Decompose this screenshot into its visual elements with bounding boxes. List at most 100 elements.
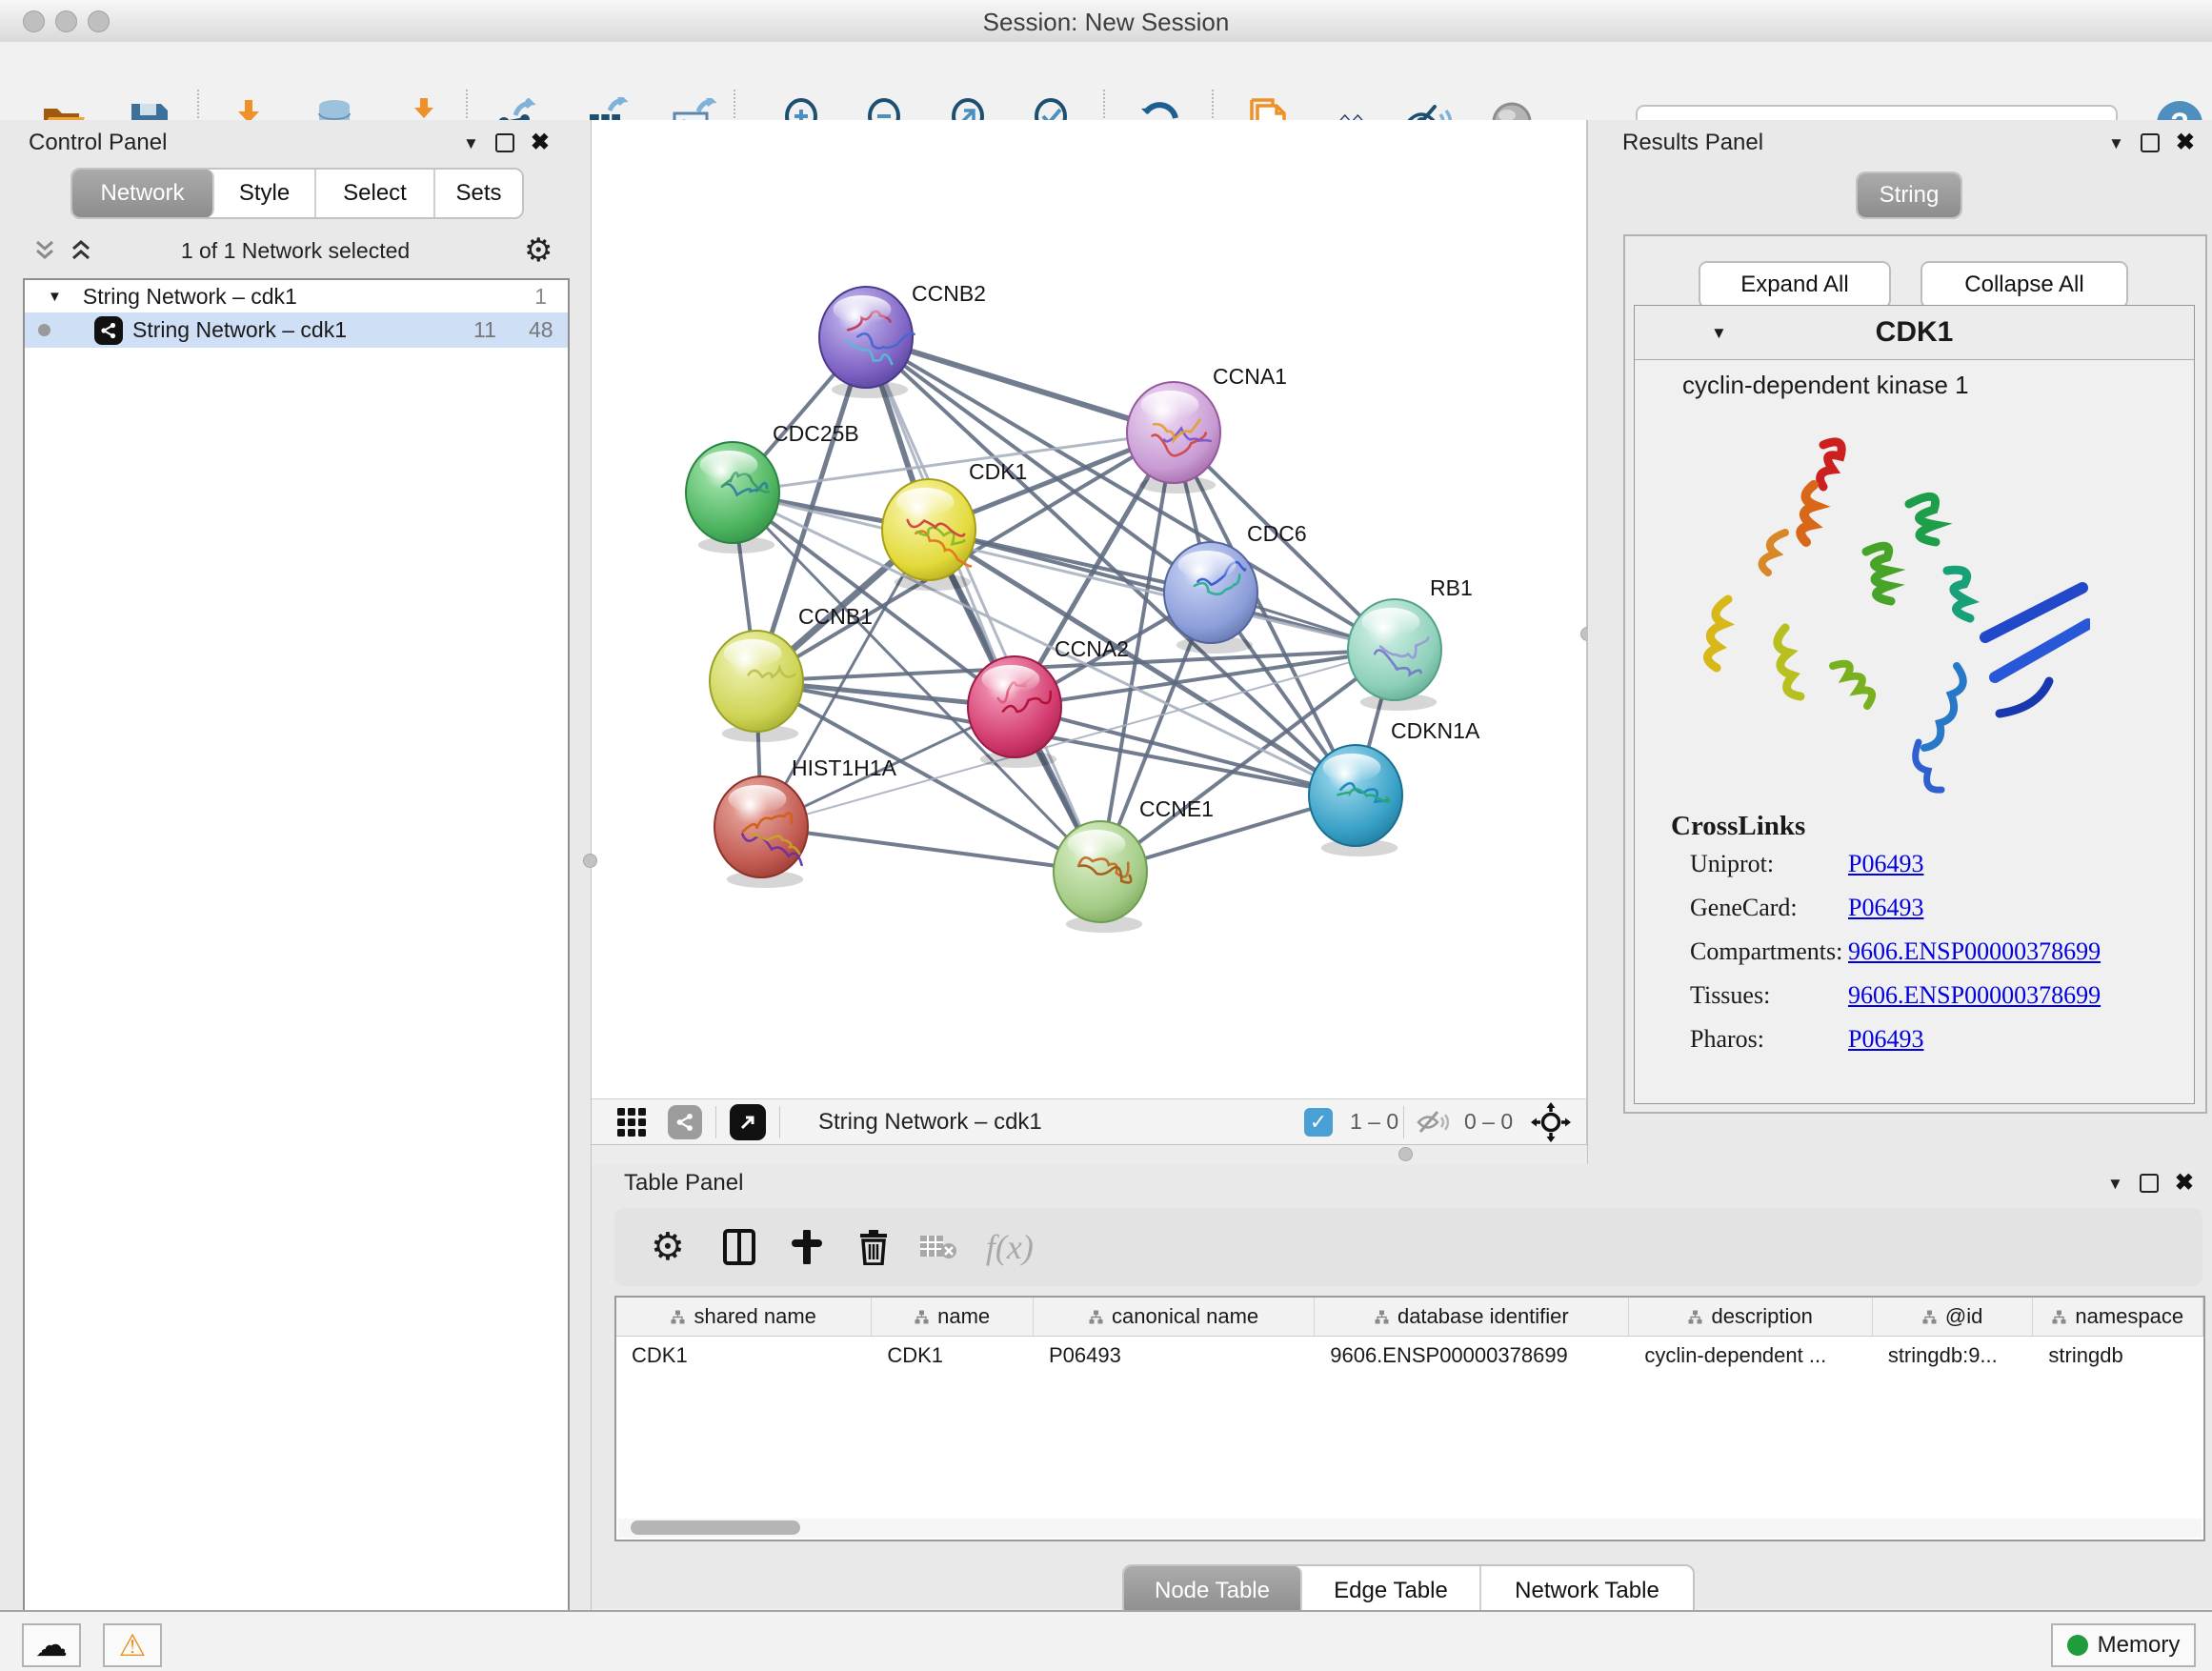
memory-button[interactable]: Memory [2051,1623,2196,1667]
gene-collapse-icon[interactable]: ▼ [1711,325,1727,341]
column-header-shared-name[interactable]: shared name [616,1298,872,1336]
crosslink-link[interactable]: 9606.ENSP00000378699 [1848,981,2101,1010]
tab-style[interactable]: Style [214,170,316,217]
table-cell[interactable]: stringdb:9... [1873,1336,2034,1376]
table-settings-gear-icon[interactable]: ⚙ [651,1228,685,1266]
column-header-namespace[interactable]: namespace [2033,1298,2203,1336]
fit-crosshair-icon[interactable] [1531,1102,1571,1142]
control-panel-title: Control Panel [29,130,167,156]
network-tree: ▼ String Network – cdk1 1 String Network… [23,278,570,1671]
warnings-button[interactable]: ⚠ [103,1623,162,1667]
panel-float-icon[interactable] [2141,133,2160,152]
panel-float-icon[interactable] [495,133,514,152]
scrollbar-thumb[interactable] [631,1520,800,1535]
crosslink-row: GeneCard:P06493 [1635,886,2194,930]
hidden-eye-slash-icon[interactable] [1417,1109,1449,1136]
network-row[interactable]: String Network – cdk1 11 48 [25,312,568,348]
birds-eye-grid-icon[interactable] [616,1107,647,1137]
network-node-CDC6[interactable]: CDC6 [1164,521,1307,654]
crosslink-row: Pharos: P06493 [1635,1017,2194,1061]
network-edge[interactable] [866,337,1174,433]
network-node-RB1[interactable]: RB1 [1348,575,1473,711]
tab-edge-table[interactable]: Edge Table [1302,1566,1481,1616]
selected-checkbox-icon[interactable]: ✓ [1304,1108,1333,1137]
table-row[interactable]: CDK1CDK1P064939606.ENSP00000378699cyclin… [616,1336,2203,1376]
table-cell[interactable]: CDK1 [616,1336,872,1376]
network-footer-title: String Network – cdk1 [818,1109,1042,1136]
node-label: RB1 [1430,575,1473,600]
column-header-database-identifier[interactable]: database identifier [1315,1298,1629,1336]
panel-collapse-icon[interactable]: ▼ [2108,135,2124,151]
results-panel-title: Results Panel [1622,130,1763,156]
network-edge[interactable] [866,337,1100,872]
vertical-splitter-handle[interactable] [583,854,597,868]
network-node-CDKN1A[interactable]: CDKN1A [1309,718,1480,856]
network-selection-status: 1 of 1 Network selected [0,238,591,264]
crosslink-link[interactable]: P06493 [1848,894,1923,922]
tab-network-table[interactable]: Network Table [1481,1566,1693,1616]
network-node-HIST1H1A[interactable]: HIST1H1A [714,755,897,888]
panel-close-icon[interactable]: ✖ [2175,1172,2194,1195]
column-header-name[interactable]: name [872,1298,1034,1336]
node-label: CDK1 [969,459,1027,484]
network-edge[interactable] [1015,707,1356,795]
status-bar: ☁ ⚠ Memory [0,1610,2212,1671]
network-node-CDK1[interactable]: CDK1 [882,459,1027,591]
gene-header[interactable]: ▼ CDK1 [1635,306,2194,360]
tab-select[interactable]: Select [316,170,435,217]
network-node-CCNA1[interactable]: CCNA1 [1127,364,1287,493]
table-horizontal-scrollbar[interactable] [618,1519,2202,1538]
crosslinks-section: CrossLinks Uniprot:P06493GeneCard:P06493… [1635,811,2194,1061]
delete-column-trash-icon[interactable] [858,1229,889,1265]
table-cell[interactable]: P06493 [1034,1336,1315,1376]
node-label: CCNE1 [1139,796,1214,821]
crosslink-label: Pharos: [1690,1025,1764,1054]
panel-float-icon[interactable] [2140,1174,2159,1193]
show-columns-icon[interactable] [723,1229,755,1265]
node-label: CCNA2 [1055,636,1129,661]
node-label: HIST1H1A [792,755,897,780]
crosslink-label: Uniprot: [1690,850,1774,878]
panel-collapse-icon[interactable]: ▼ [463,135,479,151]
expand-all-button[interactable]: Expand All [1699,261,1891,309]
network-node-CCNB2[interactable]: CCNB2 [819,281,986,398]
column-header-canonical-name[interactable]: canonical name [1034,1298,1315,1336]
control-panel-tabbar: NetworkStyleSelectSets [70,168,524,219]
crosslink-link[interactable]: P06493 [1848,850,1923,878]
column-header-@id[interactable]: @id [1873,1298,2034,1336]
title-bar: Session: New Session [0,0,2212,43]
table-cell[interactable]: cyclin-dependent ... [1629,1336,1872,1376]
table-cell[interactable]: CDK1 [872,1336,1034,1376]
table-cell[interactable]: 9606.ENSP00000378699 [1315,1336,1629,1376]
crosslink-label: Tissues: [1690,981,1770,1010]
tree-collapse-icon[interactable]: ▼ [48,290,62,304]
panel-collapse-icon[interactable]: ▼ [2107,1176,2123,1192]
tab-string[interactable]: String [1858,173,1961,217]
tab-network[interactable]: Network [72,170,214,217]
horizontal-splitter-handle[interactable] [1398,1147,1413,1161]
cloud-status-button[interactable]: ☁ [22,1623,81,1667]
network-edge[interactable] [761,827,1100,872]
crosslink-link[interactable]: 9606.ENSP00000378699 [1848,937,2101,966]
tab-sets[interactable]: Sets [435,170,522,217]
table-cell[interactable]: stringdb [2033,1336,2203,1376]
create-column-plus-icon[interactable] [790,1230,824,1264]
panel-close-icon[interactable]: ✖ [2176,131,2195,154]
table-panel: Table Panel ▼ ✖ ⚙ [592,1164,2212,1608]
column-header-description[interactable]: description [1629,1298,1872,1336]
network-collection-row[interactable]: ▼ String Network – cdk1 1 [25,280,568,312]
network-options-gear-icon[interactable]: ⚙ [524,234,553,267]
string-results-container: Expand All Collapse All ▼ CDK1 cyclin-de… [1623,234,2207,1114]
panel-close-icon[interactable]: ✖ [531,131,550,154]
open-in-window-icon[interactable] [730,1104,766,1140]
node-label: CDKN1A [1391,718,1480,743]
application-window: Session: New Session [0,0,2212,1671]
selected-count: 1 – 0 [1350,1109,1398,1135]
crosslink-link[interactable]: P06493 [1848,1025,1923,1054]
collapse-all-button[interactable]: Collapse All [1920,261,2128,309]
tab-node-table[interactable]: Node Table [1124,1566,1302,1616]
collection-label: String Network – cdk1 [83,284,297,310]
network-canvas[interactable]: CCNB2CCNA1CDC25BCDK1CDC6RB1CCNB1CCNA2CDK… [592,120,1587,1098]
gene-detail-card: ▼ CDK1 cyclin-dependent kinase 1 [1634,305,2195,1104]
node-table: shared namenamecanonical namedatabase id… [614,1296,2205,1541]
